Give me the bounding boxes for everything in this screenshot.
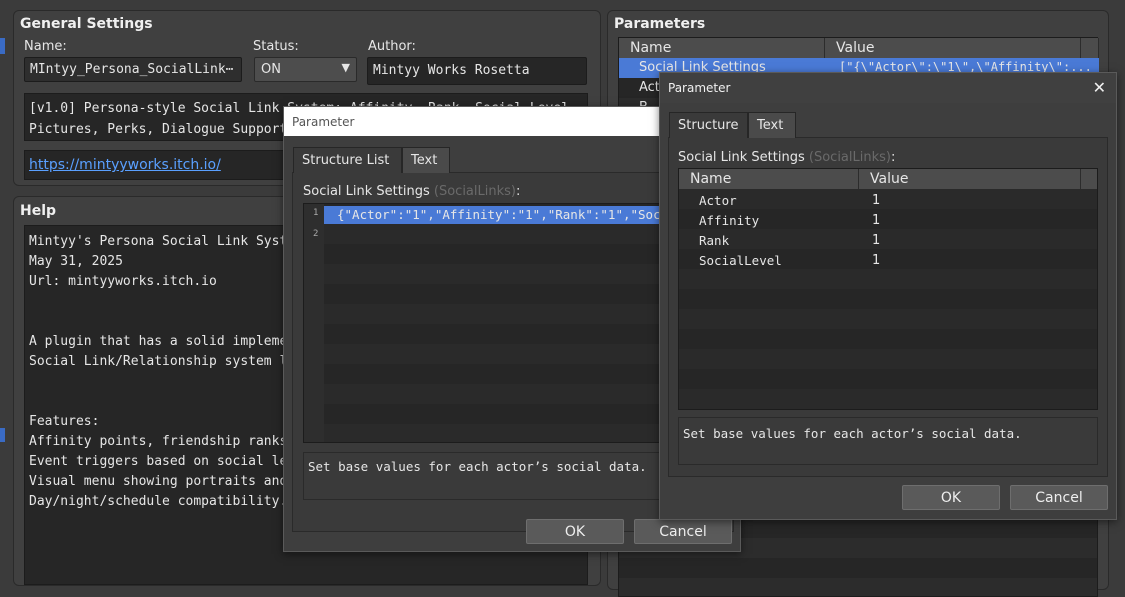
parameters-header-end	[1081, 38, 1099, 58]
tab-structure[interactable]: Structure	[669, 112, 748, 138]
structure-header-end	[1081, 169, 1097, 189]
author-field[interactable]: Mintyy Works Rosetta	[367, 57, 587, 85]
table-row[interactable]: Rank 1	[679, 230, 1097, 250]
status-select[interactable]: ON ▼	[254, 57, 357, 82]
parameters-col-value[interactable]: Value	[825, 38, 1081, 58]
field-name: Actor	[699, 193, 737, 208]
parameters-title: Parameters	[614, 16, 706, 32]
line-number: 1	[313, 208, 319, 218]
ok-button[interactable]: OK	[902, 485, 1000, 510]
tab-structure-list[interactable]: Structure List	[293, 147, 402, 173]
close-icon[interactable]: ✕	[1093, 78, 1106, 97]
description-text: Set base values for each actor’s social …	[308, 459, 647, 474]
parameters-col-name[interactable]: Name	[619, 38, 825, 58]
field-name: SocialLevel	[699, 253, 782, 268]
tab-text[interactable]: Text	[402, 147, 450, 173]
field-label: Social Link Settings (SocialLinks):	[678, 150, 896, 165]
description-box: Set base values for each actor’s social …	[678, 417, 1098, 465]
name-field[interactable]: MIntyy_Persona_SocialLink⋯	[24, 57, 242, 82]
chevron-down-icon: ▼	[341, 61, 350, 74]
structure-table: Name Value Actor 1 Affinity 1 Rank 1 Soc…	[678, 168, 1098, 410]
author-label: Author:	[368, 39, 416, 54]
parameter-dialog-structure: Parameter ✕ Structure Text Social Link S…	[659, 72, 1117, 520]
dialog-title: Parameter	[292, 115, 355, 129]
cancel-button[interactable]: Cancel	[1010, 485, 1108, 510]
field-value: 1	[872, 253, 881, 268]
general-settings-title: General Settings	[20, 16, 153, 32]
name-label: Name:	[24, 39, 67, 54]
field-key: (SocialLinks)	[433, 184, 516, 199]
background-accent	[0, 428, 5, 442]
status-value: ON	[261, 62, 281, 77]
tab-text[interactable]: Text	[748, 112, 796, 138]
line-gutter	[304, 204, 324, 442]
field-name: Affinity	[699, 213, 760, 228]
cancel-button[interactable]: Cancel	[634, 519, 732, 544]
dialog-titlebar[interactable]: Parameter ✕	[660, 73, 1116, 103]
help-title: Help	[20, 203, 57, 219]
line-number: 2	[313, 229, 319, 239]
field-value: 1	[872, 193, 881, 208]
background-accent	[0, 38, 5, 54]
field-value: 1	[872, 213, 881, 228]
url-link[interactable]: https://mintyyworks.itch.io/	[29, 157, 221, 173]
field-label: Social Link Settings (SocialLinks):	[303, 184, 521, 199]
table-row[interactable]: SocialLevel 1	[679, 250, 1097, 270]
dialog-title: Parameter	[668, 81, 731, 95]
ok-button[interactable]: OK	[526, 519, 624, 544]
field-value: 1	[872, 233, 881, 248]
structure-col-value[interactable]: Value	[859, 169, 1081, 189]
table-row[interactable]: Affinity 1	[679, 210, 1097, 230]
status-label: Status:	[253, 39, 299, 54]
structure-col-name[interactable]: Name	[679, 169, 859, 189]
field-name: Rank	[699, 233, 730, 248]
table-row[interactable]: Actor 1	[679, 190, 1097, 210]
field-key: (SocialLinks)	[808, 150, 891, 165]
description-text: Set base values for each actor’s social …	[683, 426, 1022, 441]
